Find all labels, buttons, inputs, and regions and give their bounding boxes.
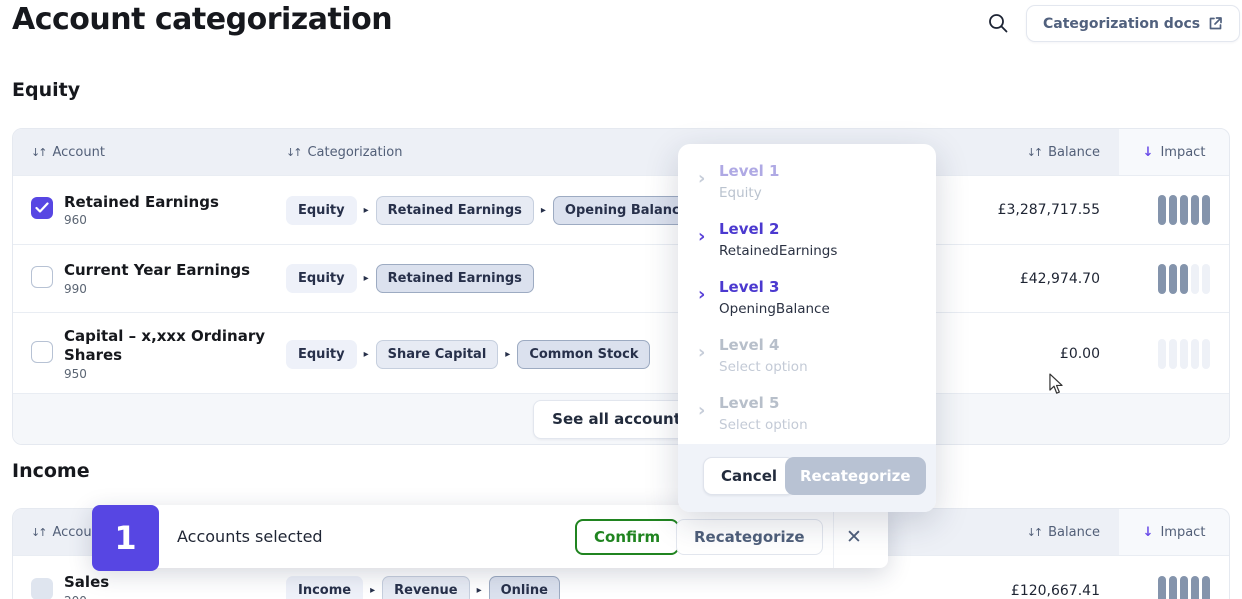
level-label: Level 4 xyxy=(719,336,808,356)
impact-meter xyxy=(1119,195,1229,225)
category-tag[interactable]: Online xyxy=(489,576,560,599)
divider xyxy=(833,505,834,568)
level-label: Level 2 xyxy=(719,220,837,240)
section-heading-equity: Equity xyxy=(12,79,80,101)
row-checkbox[interactable] xyxy=(31,197,53,219)
tag-arrow-icon: ▸ xyxy=(370,585,375,596)
chevron-right-icon: › xyxy=(698,228,710,246)
category-tag[interactable]: Retained Earnings xyxy=(376,264,534,293)
impact-meter xyxy=(1119,576,1229,599)
table-row-capital-ordinary-shares: Capital – x,xxx Ordinary Shares 950 Equi… xyxy=(13,312,1229,395)
sort-icon: ↓↑ xyxy=(1027,146,1041,159)
category-tag[interactable]: Equity xyxy=(286,340,357,369)
category-tag[interactable]: Common Stock xyxy=(517,340,650,369)
sort-icon: ↓↑ xyxy=(31,146,45,159)
chevron-right-icon: › xyxy=(698,402,710,420)
tag-arrow-icon: ▸ xyxy=(505,349,510,360)
categorization-docs-button[interactable]: Categorization docs xyxy=(1026,5,1240,42)
chevron-right-icon: › xyxy=(698,286,710,304)
sort-desc-icon: ↓ xyxy=(1143,145,1154,160)
tag-arrow-icon: ▸ xyxy=(364,205,369,216)
column-header-account[interactable]: ↓↑ Account xyxy=(31,145,286,160)
sort-desc-icon: ↓ xyxy=(1143,525,1154,540)
row-checkbox[interactable] xyxy=(31,578,53,599)
category-tag[interactable]: Revenue xyxy=(382,576,469,599)
account-code: 950 xyxy=(64,367,272,381)
table-row-retained-earnings: Retained Earnings 960 Equity ▸ Retained … xyxy=(13,175,1229,244)
account-code: 200 xyxy=(64,594,272,599)
account-code: 990 xyxy=(64,282,272,296)
popup-level-1[interactable]: › Level 1 Equity xyxy=(698,162,779,201)
category-tag[interactable]: Equity xyxy=(286,264,357,293)
account-name: Retained Earnings xyxy=(64,193,272,212)
row-checkbox[interactable] xyxy=(31,266,53,288)
account-name: Capital – x,xxx Ordinary Shares xyxy=(64,327,272,365)
column-header-impact[interactable]: ↓ Impact xyxy=(1119,145,1229,160)
level-value: RetainedEarnings xyxy=(719,243,837,259)
search-icon[interactable] xyxy=(986,12,1010,36)
recategorize-button[interactable]: Recategorize xyxy=(676,519,823,555)
level-label: Level 5 xyxy=(719,394,808,414)
recategorize-popup: › Level 1 Equity › Level 2 RetainedEarni… xyxy=(678,144,936,512)
account-categorization-page: Account categorization Categorization do… xyxy=(0,0,1242,599)
impact-meter xyxy=(1119,264,1229,294)
popup-level-5[interactable]: › Level 5 Select option xyxy=(698,394,808,433)
tag-arrow-icon: ▸ xyxy=(541,205,546,216)
balance-value: £120,667.41 xyxy=(949,583,1119,599)
account-name: Current Year Earnings xyxy=(64,261,272,280)
row-checkbox[interactable] xyxy=(31,341,53,363)
equity-table: ↓↑ Account ↓↑ Categorization ↓↑ Balance … xyxy=(12,128,1230,445)
account-code: 960 xyxy=(64,213,272,227)
equity-table-footer: See all accounts xyxy=(13,393,1229,444)
level-label: Level 3 xyxy=(719,278,830,298)
tag-arrow-icon: ▸ xyxy=(364,349,369,360)
account-name: Sales xyxy=(64,573,272,592)
impact-meter xyxy=(1119,339,1229,369)
category-tag[interactable]: Share Capital xyxy=(376,340,499,369)
categorization-docs-label: Categorization docs xyxy=(1043,16,1200,32)
check-icon xyxy=(35,202,49,214)
column-header-balance[interactable]: ↓↑ Balance xyxy=(949,525,1119,540)
section-heading-income: Income xyxy=(12,460,90,482)
sort-icon: ↓↑ xyxy=(1027,526,1041,539)
balance-value: £42,974.70 xyxy=(949,271,1119,287)
selection-bar: 1 Accounts selected Confirm Recategorize… xyxy=(92,505,888,568)
popup-level-4[interactable]: › Level 4 Select option xyxy=(698,336,808,375)
sort-icon: ↓↑ xyxy=(31,526,45,539)
sort-icon: ↓↑ xyxy=(286,146,300,159)
selected-count-badge: 1 xyxy=(92,505,159,571)
equity-table-header: ↓↑ Account ↓↑ Categorization ↓↑ Balance … xyxy=(13,129,1229,175)
balance-value: £3,287,717.55 xyxy=(949,202,1119,218)
balance-value: £0.00 xyxy=(949,346,1119,362)
popup-level-2[interactable]: › Level 2 RetainedEarnings xyxy=(698,220,837,259)
chevron-right-icon: › xyxy=(698,170,710,188)
category-tag[interactable]: Retained Earnings xyxy=(376,196,534,225)
external-link-icon xyxy=(1208,16,1223,31)
table-row-current-year-earnings: Current Year Earnings 990 Equity ▸ Retai… xyxy=(13,244,1229,312)
level-value: Select option xyxy=(719,359,808,375)
category-tag[interactable]: Equity xyxy=(286,196,357,225)
close-icon[interactable]: ✕ xyxy=(840,523,868,551)
column-header-balance[interactable]: ↓↑ Balance xyxy=(949,145,1119,160)
popup-level-3[interactable]: › Level 3 OpeningBalance xyxy=(698,278,830,317)
cancel-button[interactable]: Cancel xyxy=(703,457,795,495)
level-value: Equity xyxy=(719,185,779,201)
popup-recategorize-button[interactable]: Recategorize xyxy=(785,457,926,495)
level-value: Select option xyxy=(719,417,808,433)
tag-arrow-icon: ▸ xyxy=(477,585,482,596)
popup-footer: Cancel Recategorize xyxy=(678,444,936,512)
selection-bar-label: Accounts selected xyxy=(177,505,323,568)
confirm-button[interactable]: Confirm xyxy=(575,519,679,555)
level-value: OpeningBalance xyxy=(719,301,830,317)
level-label: Level 1 xyxy=(719,162,779,182)
category-tag[interactable]: Income xyxy=(286,576,363,599)
page-title: Account categorization xyxy=(12,2,392,37)
tag-arrow-icon: ▸ xyxy=(364,273,369,284)
column-header-impact[interactable]: ↓ Impact xyxy=(1119,525,1229,540)
chevron-right-icon: › xyxy=(698,344,710,362)
